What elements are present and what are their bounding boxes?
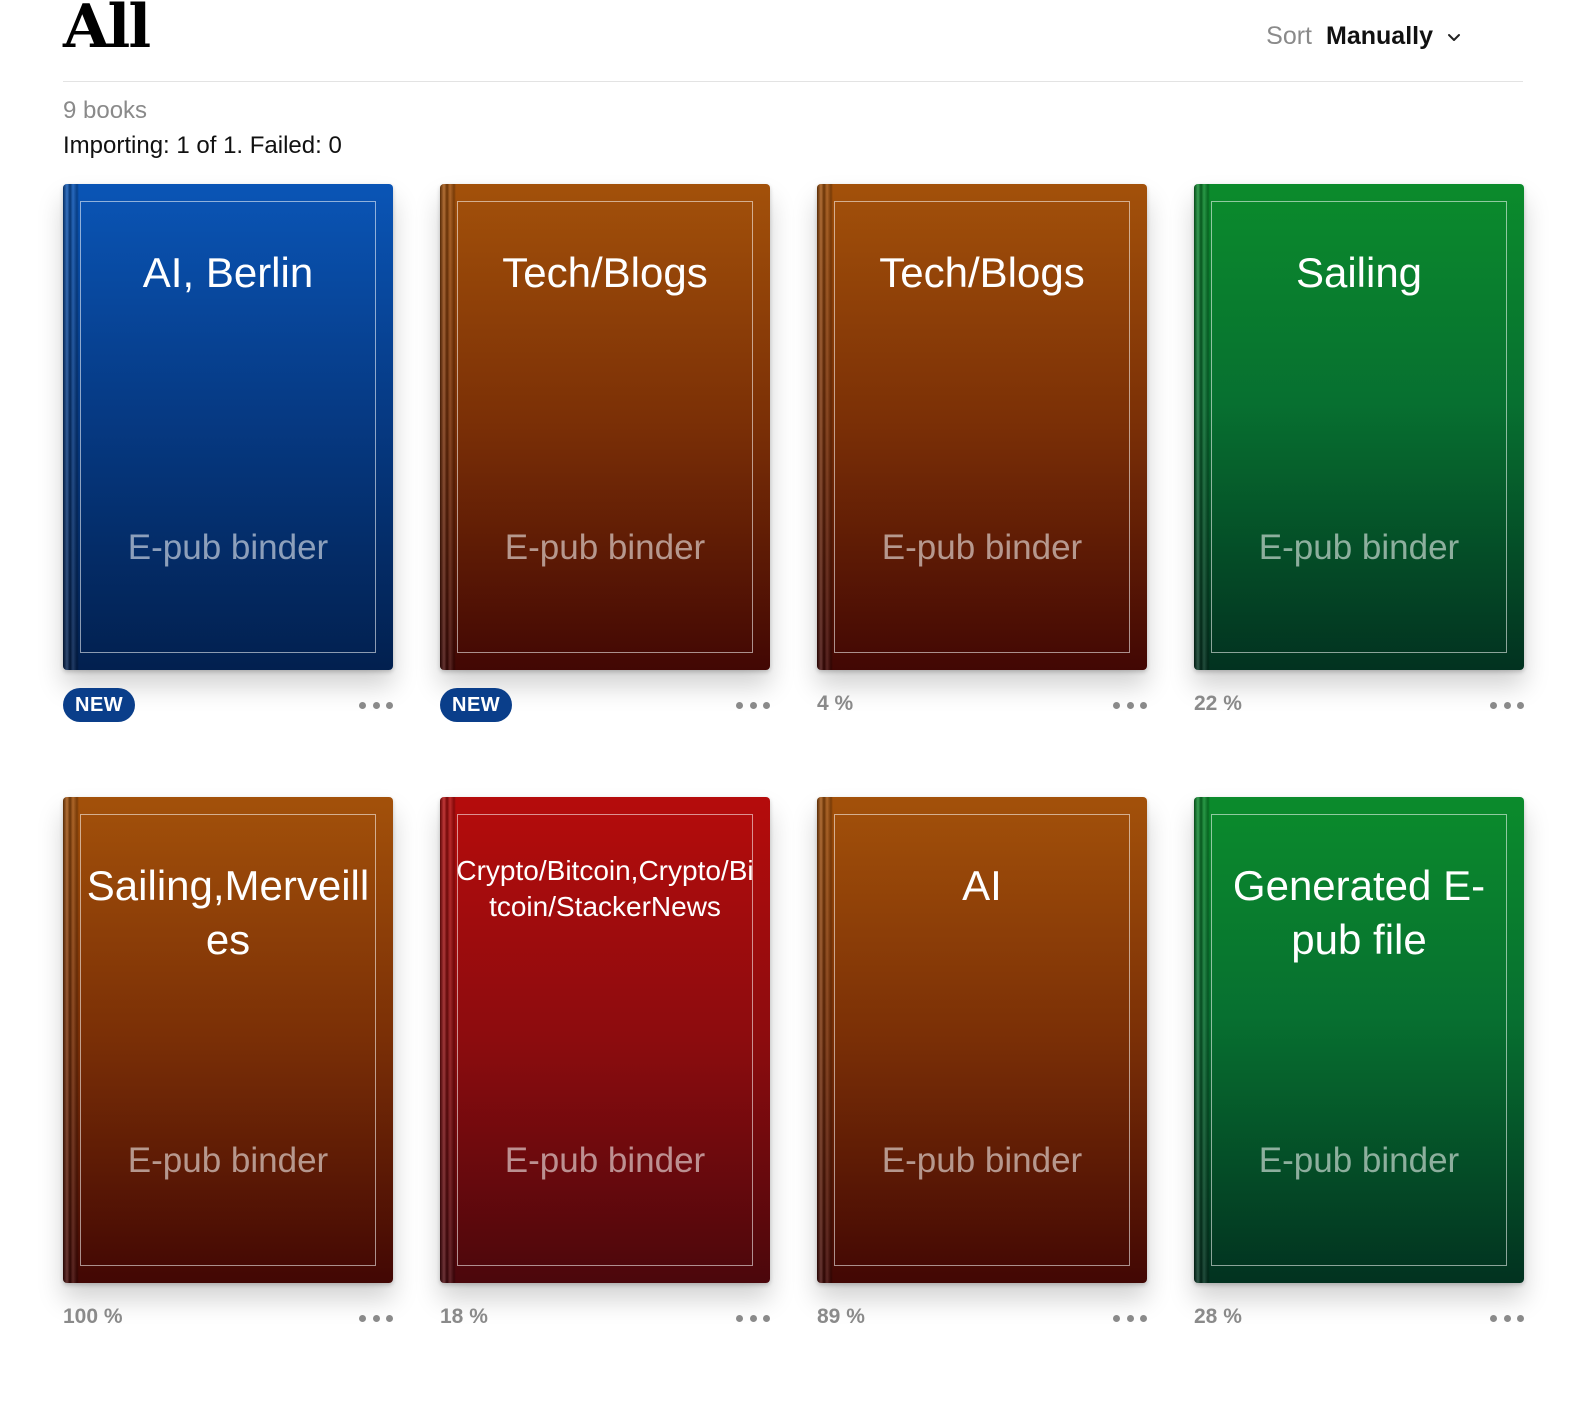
book-title: Generated E-pub file (1232, 862, 1486, 963)
reading-progress: 100 % (63, 1305, 123, 1328)
book-title: Sailing (1295, 249, 1423, 296)
page-header: All Sort Manually (63, 0, 1523, 82)
reading-progress: 89 % (817, 1305, 865, 1328)
new-badge: NEW (63, 688, 136, 722)
sort-value[interactable]: Manually (1326, 22, 1433, 51)
book-title: Tech/Blogs (879, 249, 1085, 296)
book-item[interactable]: Sailing E-pub binder 22 % (1194, 184, 1524, 724)
book-item[interactable]: Tech/Blogs E-pub binder 4 % (817, 184, 1147, 724)
book-item[interactable]: Crypto/Bitcoin,Crypto/Bitcoin/StackerNew… (440, 797, 770, 1337)
more-options-icon[interactable] (1490, 688, 1524, 722)
book-cover[interactable]: Sailing E-pub binder (1194, 184, 1524, 670)
sort-label: Sort (1266, 22, 1313, 50)
book-subtitle: E-pub binder (1258, 1141, 1460, 1180)
book-item[interactable]: Tech/Blogs E-pub binder NEW (440, 184, 770, 724)
new-badge: NEW (440, 688, 513, 722)
book-title: Tech/Blogs (502, 249, 708, 296)
book-cover[interactable]: Generated E-pub file E-pub binder (1194, 797, 1524, 1283)
book-subtitle: E-pub binder (504, 1141, 706, 1180)
reading-progress: 4 % (817, 692, 854, 715)
book-cover[interactable]: AI E-pub binder (817, 797, 1147, 1283)
more-options-icon[interactable] (1113, 688, 1147, 722)
book-subtitle: E-pub binder (881, 1141, 1083, 1180)
book-subtitle: E-pub binder (127, 528, 329, 567)
book-cover[interactable]: Tech/Blogs E-pub binder (440, 184, 770, 670)
book-spine (817, 797, 833, 1283)
import-status: Importing: 1 of 1. Failed: 0 (63, 132, 342, 159)
reading-progress: 28 % (1194, 1305, 1242, 1328)
book-spine (440, 184, 456, 670)
sort-control[interactable]: Sort Manually (1266, 22, 1461, 51)
book-spine (817, 184, 833, 670)
book-cover[interactable]: AI, Berlin E-pub binder (63, 184, 393, 670)
more-options-icon[interactable] (359, 688, 393, 722)
book-spine (1194, 184, 1210, 670)
more-options-icon[interactable] (736, 688, 770, 722)
book-spine (1194, 797, 1210, 1283)
reading-progress: 18 % (440, 1305, 488, 1328)
book-count: 9 books (63, 97, 148, 124)
book-title: Crypto/Bitcoin,Crypto/Bitcoin/StackerNew… (456, 855, 754, 922)
more-options-icon[interactable] (359, 1301, 393, 1335)
book-title: Sailing,Merveilles (86, 862, 370, 963)
book-title: AI (962, 862, 1002, 909)
book-cover[interactable]: Crypto/Bitcoin,Crypto/Bitcoin/StackerNew… (440, 797, 770, 1283)
book-item[interactable]: Sailing,Merveilles E-pub binder 100 % (63, 797, 393, 1337)
book-subtitle: E-pub binder (127, 1141, 329, 1180)
book-cover[interactable]: Tech/Blogs E-pub binder (817, 184, 1147, 670)
book-spine (440, 797, 456, 1283)
page-title: All (63, 0, 151, 62)
book-item[interactable]: AI, Berlin E-pub binder NEW (63, 184, 393, 724)
more-options-icon[interactable] (736, 1301, 770, 1335)
reading-progress: 22 % (1194, 692, 1242, 715)
book-title: AI, Berlin (142, 249, 314, 296)
book-item[interactable]: Generated E-pub file E-pub binder 28 % (1194, 797, 1524, 1337)
book-spine (63, 797, 79, 1283)
book-subtitle: E-pub binder (1258, 528, 1460, 567)
book-subtitle: E-pub binder (504, 528, 706, 567)
more-options-icon[interactable] (1113, 1301, 1147, 1335)
book-spine (63, 184, 79, 670)
chevron-down-icon[interactable] (1447, 30, 1461, 44)
book-cover[interactable]: Sailing,Merveilles E-pub binder (63, 797, 393, 1283)
book-item[interactable]: AI E-pub binder 89 % (817, 797, 1147, 1337)
more-options-icon[interactable] (1490, 1301, 1524, 1335)
book-subtitle: E-pub binder (881, 528, 1083, 567)
